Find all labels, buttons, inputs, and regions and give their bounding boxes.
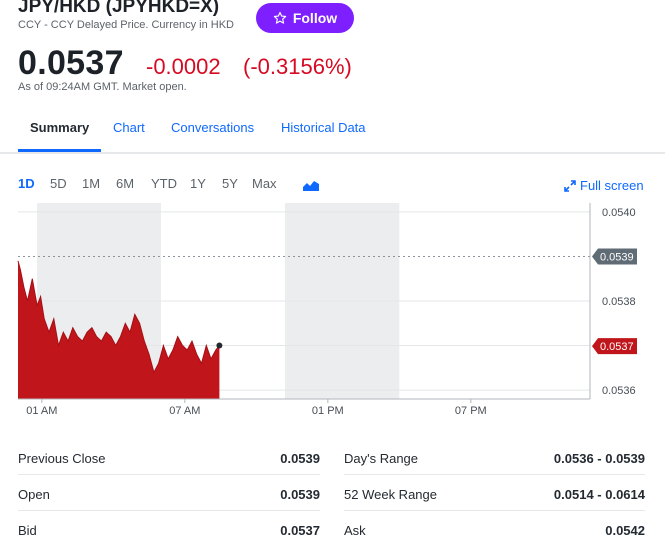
current-price-tag-label: 0.0537 [600, 341, 634, 353]
as-of-timestamp: As of 09:24AM GMT. Market open. [18, 81, 187, 93]
range-1y[interactable]: 1Y [190, 176, 206, 191]
active-tab-indicator [18, 149, 101, 152]
x-tick-label: 07 AM [169, 405, 200, 417]
range-6m[interactable]: 6M [116, 176, 134, 191]
stat-value-days-range: 0.0536 - 0.0539 [553, 451, 645, 466]
range-5y[interactable]: 5Y [222, 176, 238, 191]
tab-summary[interactable]: Summary [30, 120, 89, 135]
stat-divider [344, 474, 645, 475]
stat-label-52-week-range: 52 Week Range [344, 487, 437, 502]
tab-conversations[interactable]: Conversations [171, 120, 254, 135]
full-screen-label: Full screen [580, 178, 644, 193]
stat-value-previous-close: 0.0539 [280, 451, 320, 466]
tab-chart[interactable]: Chart [113, 120, 145, 135]
range-1d[interactable]: 1D [18, 176, 35, 191]
page-title: JPY/HKD (JPYHKD=X) [18, 0, 220, 17]
star-icon [273, 11, 287, 24]
stat-label-bid: Bid [18, 523, 37, 538]
price-change-percent: (-0.3156%) [243, 54, 352, 79]
x-tick-label: 01 PM [312, 405, 344, 417]
previous-close-tag-label: 0.0539 [600, 251, 634, 263]
x-tick-label: 01 AM [26, 405, 57, 417]
expand-icon [564, 179, 576, 192]
y-tick-label: 0.0540 [602, 207, 636, 219]
stat-divider [18, 510, 320, 511]
stat-divider [18, 474, 320, 475]
stat-divider [344, 510, 645, 511]
y-tick-label: 0.0536 [602, 385, 636, 397]
follow-label: Follow [292, 10, 338, 26]
last-price-dot [216, 342, 223, 349]
price-chart[interactable]: 01 AM 07 AM 01 PM 07 PM 0.0540 0.0538 0.0537 0… [0, 198, 665, 420]
stat-value-ask: 0.0542 [605, 523, 645, 538]
tab-historical-data[interactable]: Historical Data [281, 120, 366, 135]
stat-value-52-week-range: 0.0514 - 0.0614 [553, 487, 645, 502]
full-screen-button[interactable]: Full screen [564, 178, 644, 193]
quote-source-subtitle: CCY - CCY Delayed Price. Currency in HKD [18, 19, 234, 31]
range-ytd[interactable]: YTD [151, 176, 177, 191]
stat-label-previous-close: Previous Close [18, 451, 106, 466]
stat-value-bid: 0.0537 [280, 523, 320, 538]
stat-value-open: 0.0539 [280, 487, 320, 502]
price-change: -0.0002 [146, 54, 221, 79]
chart-type-area-icon[interactable] [303, 179, 319, 194]
stat-label-ask: Ask [344, 523, 366, 538]
range-max[interactable]: Max [252, 176, 277, 191]
current-price: 0.0537 [18, 44, 124, 82]
range-1m[interactable]: 1M [82, 176, 100, 191]
follow-button[interactable]: Follow [256, 3, 354, 33]
stat-label-days-range: Day's Range [344, 451, 419, 466]
y-tick-label: 0.0538 [602, 296, 636, 308]
x-tick-label: 07 PM [455, 405, 487, 417]
range-5d[interactable]: 5D [50, 176, 67, 191]
quote-tabs: Summary Chart Conversations Historical D… [0, 110, 665, 154]
stat-label-open: Open [18, 487, 50, 502]
